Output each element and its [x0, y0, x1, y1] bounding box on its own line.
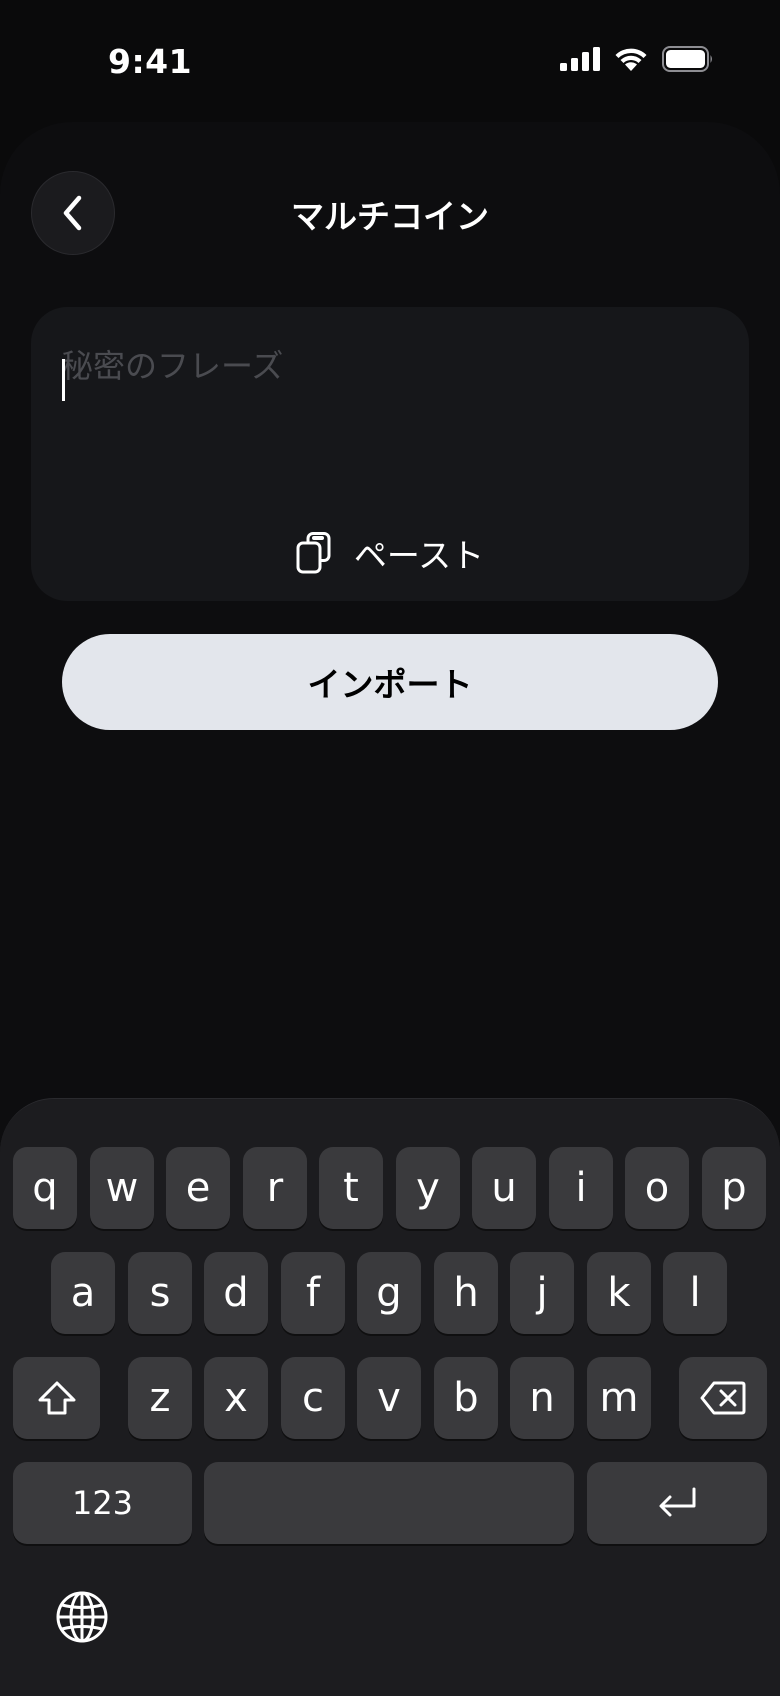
key-x[interactable]: x: [204, 1357, 268, 1439]
shift-icon: [38, 1381, 75, 1415]
delete-key[interactable]: [679, 1357, 767, 1439]
status-time: 9:41: [108, 42, 193, 81]
signal-icon: [560, 47, 600, 71]
key-o[interactable]: o: [625, 1147, 689, 1229]
key-s[interactable]: s: [128, 1252, 192, 1334]
key-d[interactable]: d: [204, 1252, 268, 1334]
key-v[interactable]: v: [357, 1357, 421, 1439]
screen: 9:41 マルチコイン 秘密のフレーズ ペースト インポート q w e r t…: [0, 0, 780, 1696]
key-b[interactable]: b: [434, 1357, 498, 1439]
key-u[interactable]: u: [472, 1147, 536, 1229]
key-e[interactable]: e: [166, 1147, 230, 1229]
key-n[interactable]: n: [510, 1357, 574, 1439]
key-t[interactable]: t: [319, 1147, 383, 1229]
delete-icon: [700, 1381, 746, 1415]
import-button[interactable]: インポート: [62, 634, 718, 730]
key-k[interactable]: k: [587, 1252, 651, 1334]
key-y[interactable]: y: [396, 1147, 460, 1229]
shift-key[interactable]: [13, 1357, 100, 1439]
paste-label: ペースト: [353, 536, 485, 575]
return-key[interactable]: [587, 1462, 767, 1544]
key-i[interactable]: i: [549, 1147, 613, 1229]
key-h[interactable]: h: [434, 1252, 498, 1334]
key-q[interactable]: q: [13, 1147, 77, 1229]
space-key[interactable]: [204, 1462, 574, 1544]
secret-phrase-input[interactable]: [61, 341, 711, 481]
key-c[interactable]: c: [281, 1357, 345, 1439]
return-icon: [659, 1487, 696, 1517]
battery-icon: [662, 46, 714, 72]
numbers-key[interactable]: 123: [13, 1462, 192, 1544]
key-a[interactable]: a: [51, 1252, 115, 1334]
globe-icon: [56, 1591, 108, 1643]
status-icons: [560, 46, 714, 72]
key-g[interactable]: g: [357, 1252, 421, 1334]
key-p[interactable]: p: [702, 1147, 766, 1229]
key-r[interactable]: r: [243, 1147, 307, 1229]
secret-phrase-box[interactable]: ペースト: [31, 307, 749, 601]
status-bar: 9:41: [0, 0, 780, 120]
clipboard-icon: [296, 532, 331, 574]
text-caret: [62, 359, 65, 401]
globe-button[interactable]: [55, 1590, 109, 1644]
key-w[interactable]: w: [90, 1147, 154, 1229]
key-f[interactable]: f: [281, 1252, 345, 1334]
key-m[interactable]: m: [587, 1357, 651, 1439]
key-l[interactable]: l: [663, 1252, 727, 1334]
key-z[interactable]: z: [128, 1357, 192, 1439]
paste-button[interactable]: ペースト: [31, 529, 749, 577]
page-title: マルチコイン: [291, 197, 489, 236]
wifi-icon: [614, 46, 648, 72]
key-j[interactable]: j: [510, 1252, 574, 1334]
